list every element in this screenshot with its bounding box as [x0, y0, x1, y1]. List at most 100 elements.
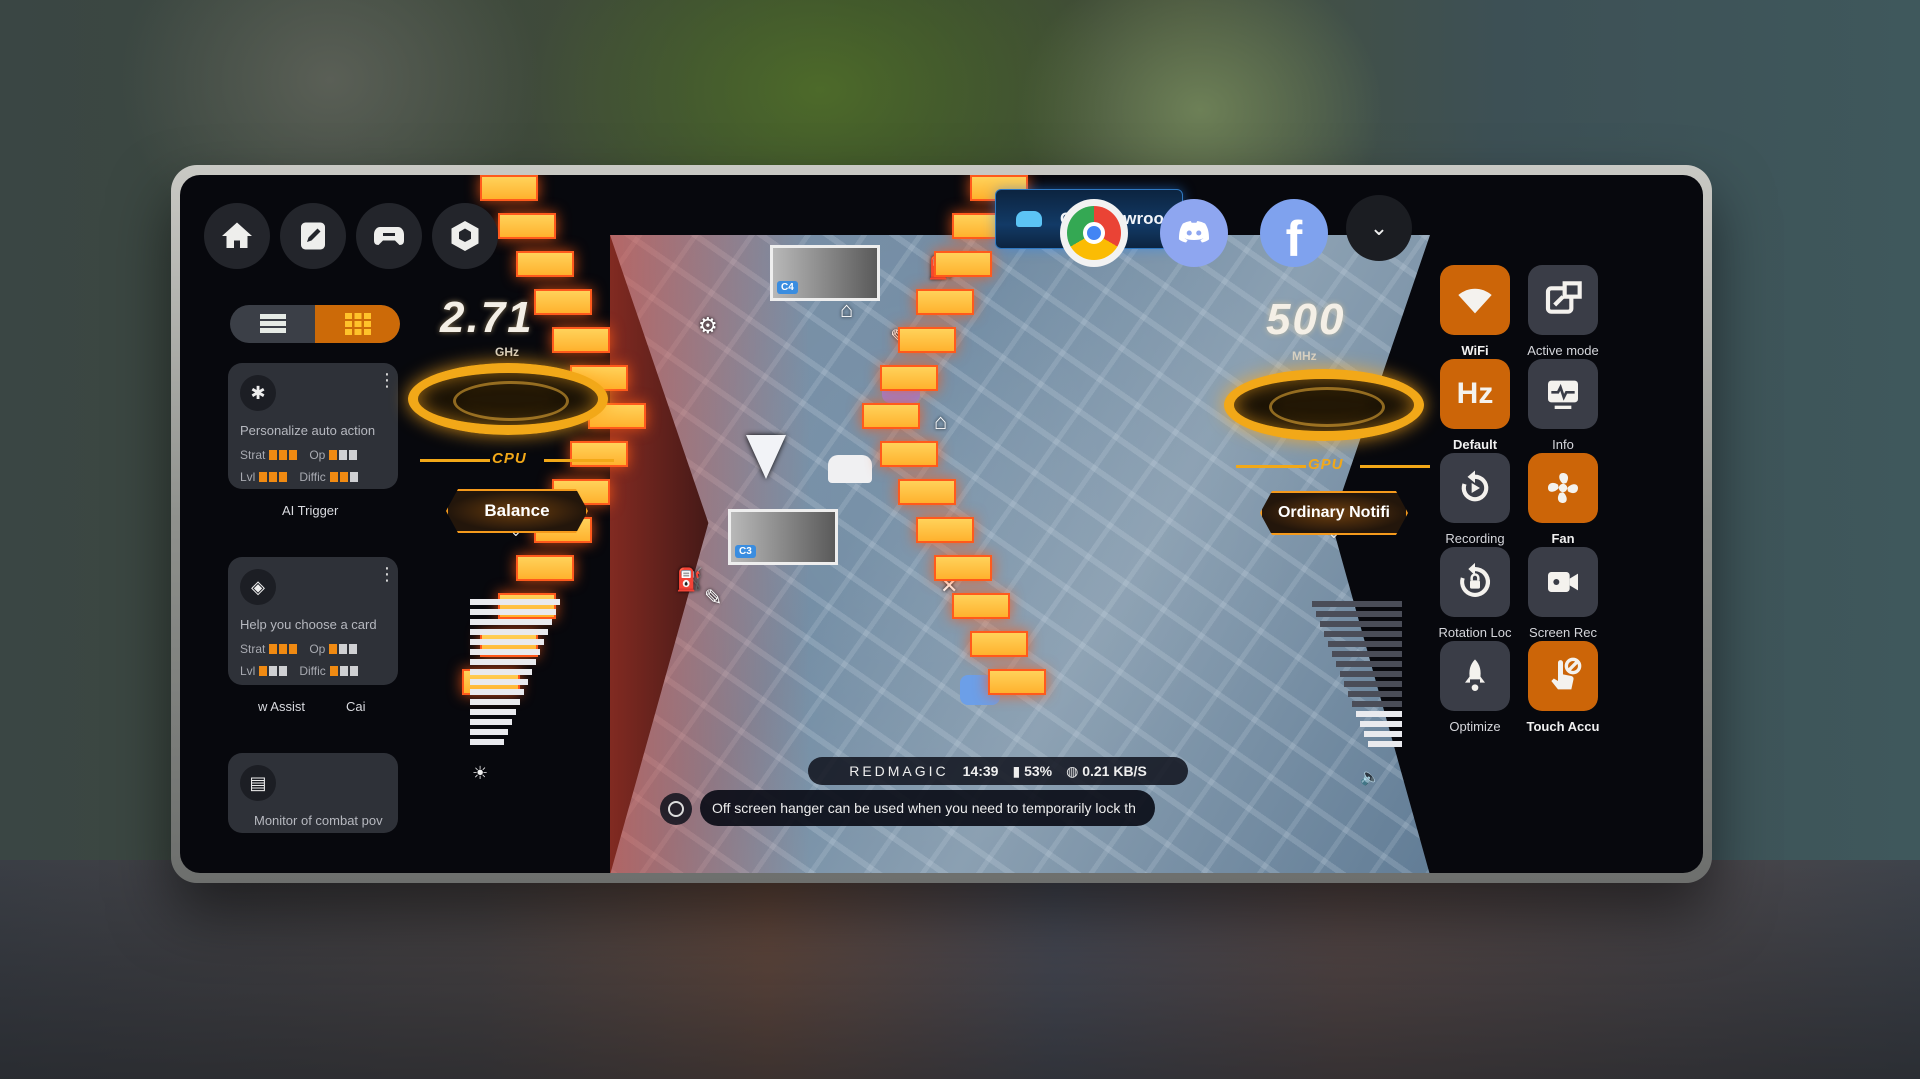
rocket-icon	[1465, 659, 1485, 691]
chevron-stripe	[862, 403, 920, 429]
search-icon	[668, 801, 684, 817]
pip	[269, 644, 278, 654]
view-toggle[interactable]	[230, 305, 400, 343]
phone-device: C4 ⛽ ⌂ ⚙ ✎ SINGLE ⌂ ⌂ C3 ⛽ ✎ ✕	[171, 165, 1712, 883]
chevron-stripe	[916, 517, 974, 543]
app-chrome[interactable]	[1060, 199, 1128, 267]
network-speed: ◍ 0.21 KB/S	[1066, 762, 1147, 779]
car-icon[interactable]	[828, 455, 872, 483]
more-options-icon[interactable]: ⋮	[378, 371, 396, 389]
grid-view-button[interactable]	[315, 305, 400, 343]
card-caption: w Assist	[258, 699, 305, 714]
pip	[349, 450, 358, 460]
garage-icon[interactable]: ⚙	[698, 313, 718, 339]
tile-active-mode[interactable]	[1528, 265, 1598, 335]
gpu-label: GPU	[1308, 456, 1344, 473]
stat-op: Op	[309, 642, 358, 656]
map-photo-card-eagle[interactable]: C3	[728, 509, 838, 565]
app-facebook[interactable]: f	[1260, 199, 1328, 267]
stat-lvl: Lvl	[240, 470, 288, 484]
search-button[interactable]	[660, 793, 692, 825]
tile-screen-rec[interactable]	[1528, 547, 1598, 617]
tile-wifi[interactable]	[1440, 265, 1510, 335]
list-view-button[interactable]	[230, 305, 315, 343]
hz-icon: Hz	[1456, 377, 1494, 410]
garage-icon[interactable]: ⌂	[934, 409, 947, 435]
fuel-icon[interactable]: ⛽	[676, 567, 703, 593]
map-photo-card-limited[interactable]: C4	[770, 245, 880, 301]
chevron-down-icon: ⌄	[1328, 525, 1340, 541]
battery-level: 53%	[1024, 762, 1053, 779]
stat-strat: Strat	[240, 642, 298, 656]
tile-recording[interactable]	[1440, 453, 1510, 523]
monitor-pulse-icon	[1548, 380, 1578, 409]
card-card-assist[interactable]: ◈ ⋮ Help you choose a card Strat Op Lvl Di…	[228, 557, 398, 685]
slider-bar	[1328, 641, 1402, 647]
pip	[329, 472, 338, 482]
home-icon	[222, 222, 252, 248]
slider-bar	[470, 649, 540, 655]
car-icon	[1016, 211, 1042, 227]
tile-touch-accu[interactable]	[1528, 641, 1598, 711]
slider-bar	[1360, 721, 1402, 727]
tile-optimize[interactable]	[1440, 641, 1510, 711]
slider-bar	[1340, 671, 1402, 677]
stat-label: Strat	[240, 642, 266, 656]
gpu-gauge-ring	[1224, 369, 1424, 441]
edit-button[interactable]	[280, 203, 346, 269]
gamepad-button[interactable]	[356, 203, 422, 269]
more-options-icon[interactable]: ⋮	[378, 565, 396, 583]
chevron-stripe	[898, 479, 956, 505]
brightness-slider[interactable]	[470, 599, 560, 749]
slider-bar	[1316, 611, 1402, 617]
facebook-icon: f	[1285, 211, 1303, 267]
game-space-screen: C4 ⛽ ⌂ ⚙ ✎ SINGLE ⌂ ⌂ C3 ⛽ ✎ ✕	[180, 175, 1703, 873]
slider-bar	[470, 609, 556, 615]
slider-bar	[470, 639, 544, 645]
pip	[259, 472, 268, 482]
stat-diffic: Diffic	[299, 470, 358, 484]
chevron-stripe	[552, 327, 610, 353]
table-surface	[0, 860, 1920, 1079]
pip	[279, 472, 288, 482]
battery-indicator: ▮ 53%	[1012, 762, 1053, 779]
gauge-line	[544, 459, 614, 462]
card-ai-trigger[interactable]: ✱ ⋮ Personalize auto action Strat Op Lvl D…	[228, 363, 398, 489]
slider-bar	[470, 699, 520, 705]
home-button[interactable]	[204, 203, 270, 269]
spray-icon[interactable]: ✎	[704, 585, 722, 611]
expand-button[interactable]: ⌄	[1346, 195, 1412, 261]
cpu-unit: GHz	[495, 345, 519, 359]
photo-tag: C3	[735, 545, 756, 558]
slider-bar	[470, 709, 516, 715]
slider-bar	[1320, 621, 1402, 627]
tile-rotation-loc[interactable]	[1440, 547, 1510, 617]
tile-default[interactable]: Hz	[1440, 359, 1510, 429]
tile-label: Info	[1552, 437, 1574, 452]
tile-fan[interactable]	[1528, 453, 1598, 523]
cube-button[interactable]	[432, 203, 498, 269]
search-tip-input[interactable]: Off screen hanger can be used when you n…	[700, 790, 1155, 826]
slider-bar	[1352, 701, 1402, 707]
photo-tag: C4	[777, 281, 798, 294]
slider-bar	[470, 719, 512, 725]
stat-label: Strat	[240, 448, 266, 462]
home-icon[interactable]: ⌂	[840, 297, 853, 323]
pip	[339, 644, 348, 654]
stat-label: Diffic	[299, 664, 326, 678]
stat-pips	[259, 666, 288, 676]
stat-label: Diffic	[299, 470, 326, 484]
pip	[339, 472, 348, 482]
card-combat-monitor[interactable]: ▤ Monitor of combat pov	[228, 753, 398, 833]
gamepad-icon	[374, 227, 404, 245]
app-discord[interactable]	[1160, 199, 1228, 267]
chevron-stripe	[516, 555, 574, 581]
volume-slider[interactable]	[1312, 601, 1402, 751]
pip	[329, 644, 338, 654]
chevron-stripe	[934, 251, 992, 277]
card-description: Personalize auto action	[240, 423, 376, 438]
slider-bar	[470, 689, 524, 695]
tile-info[interactable]	[1528, 359, 1598, 429]
tile-label: Active mode	[1527, 343, 1599, 358]
pip	[349, 472, 358, 482]
